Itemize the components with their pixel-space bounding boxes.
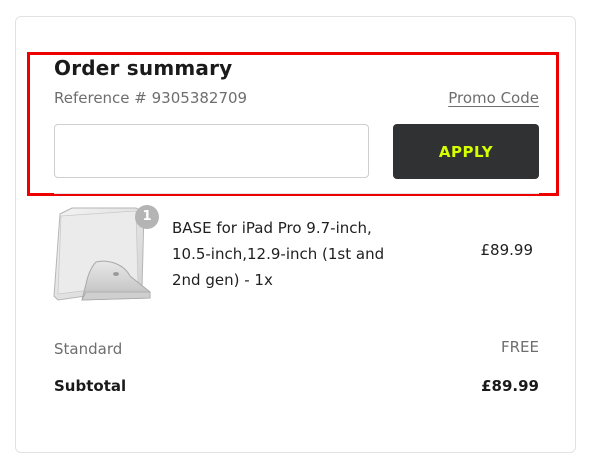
product-name: BASE for iPad Pro 9.7-inch, 10.5-inch,12… [172, 219, 385, 289]
promo-code-input[interactable] [54, 124, 369, 178]
order-reference: Reference # 9305382709 [54, 89, 248, 107]
order-summary-title: Order summary [54, 56, 233, 80]
shipping-cost: FREE [500, 338, 539, 356]
divider [54, 193, 539, 194]
shipping-method-label: Standard [54, 340, 123, 358]
product-price: £89.99 [480, 241, 534, 259]
subtotal-label: Subtotal [54, 377, 127, 395]
apply-button[interactable]: APPLY [393, 124, 539, 179]
promo-code-link[interactable]: Promo Code [448, 89, 539, 107]
quantity-badge: 1 [135, 205, 159, 229]
subtotal-value: £89.99 [481, 377, 539, 395]
